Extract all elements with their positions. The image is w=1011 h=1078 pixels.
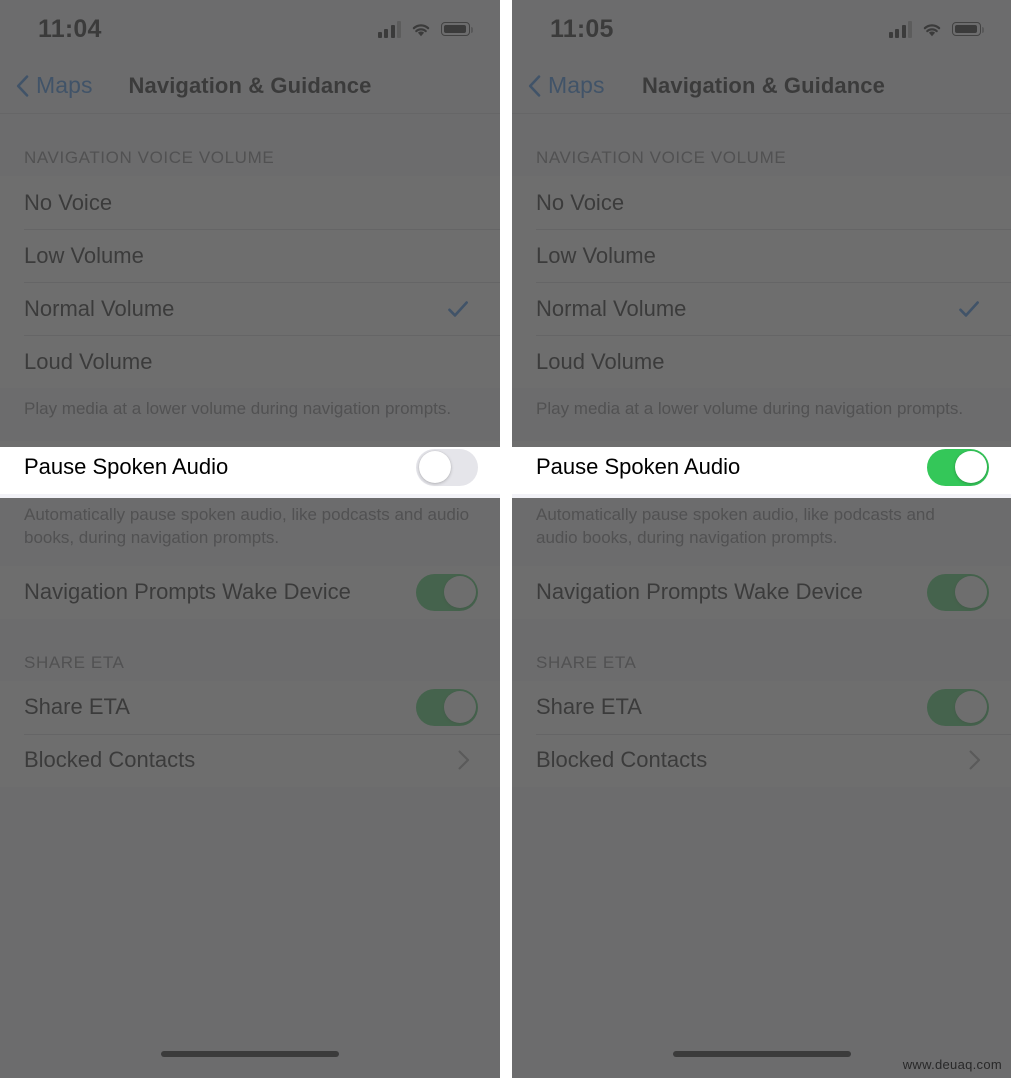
settings-screen: 11:05 Maps Navigation & Guidance NAVIGAT… <box>512 0 1011 1078</box>
row-label: Navigation Prompts Wake Device <box>24 579 351 605</box>
status-icons <box>377 20 474 38</box>
option-row-loud-volume[interactable]: Loud Volume <box>0 335 500 388</box>
share-eta-group: Share ETA Blocked Contacts <box>0 680 500 787</box>
wifi-icon <box>412 23 430 36</box>
option-label: No Voice <box>24 189 113 215</box>
navigation-bar: Maps Navigation & Guidance <box>0 58 500 114</box>
wake-device-group: Navigation Prompts Wake Device <box>0 565 500 619</box>
pause-spoken-audio-footnote: Automatically pause spoken audio, like p… <box>24 504 470 547</box>
section-header-voice-volume: NAVIGATION VOICE VOLUME <box>24 148 275 167</box>
chevron-right-icon <box>969 750 981 770</box>
phone-panel-after: 11:05 Maps Navigation & Guidance NAVIGAT… <box>512 0 1011 1078</box>
status-time: 11:04 <box>38 14 102 43</box>
option-label: Low Volume <box>24 242 144 268</box>
option-row-no-voice[interactable]: No Voice <box>0 176 500 229</box>
status-bar: 11:04 <box>0 0 500 58</box>
option-label: Normal Volume <box>24 295 175 321</box>
voice-volume-group: No Voice Low Volume Normal Volume Loud V… <box>0 176 500 388</box>
toggle-navigation-prompts-wake-device[interactable] <box>927 573 989 611</box>
pause-spoken-audio-footnote: Automatically pause spoken audio, like p… <box>536 504 935 547</box>
back-button-maps[interactable]: Maps <box>0 72 93 99</box>
row-label: Pause Spoken Audio <box>24 454 229 480</box>
option-label: Normal Volume <box>536 295 687 321</box>
watermark: www.deuaq.com <box>902 1057 1002 1072</box>
row-blocked-contacts[interactable]: Blocked Contacts <box>0 733 500 787</box>
section-header-share-eta: SHARE ETA <box>536 652 637 672</box>
row-pause-spoken-audio[interactable]: Pause Spoken Audio <box>0 440 500 494</box>
settings-list: NAVIGATION VOICE VOLUME No Voice Low Vol… <box>0 114 500 1078</box>
checkmark-icon <box>448 300 468 317</box>
chevron-left-icon <box>16 74 29 97</box>
phone-panel-before: 11:04 Maps Navigation & Guidance NAVIGAT… <box>0 0 500 1078</box>
option-row-normal-volume[interactable]: Normal Volume <box>0 282 500 335</box>
cellular-bars-icon <box>888 20 912 38</box>
panel-gutter <box>500 0 512 1078</box>
row-pause-spoken-audio[interactable]: Pause Spoken Audio <box>512 440 1011 494</box>
battery-icon <box>441 22 474 36</box>
back-button-maps[interactable]: Maps <box>512 72 605 99</box>
toggle-pause-spoken-audio[interactable] <box>416 448 478 486</box>
settings-list: NAVIGATION VOICE VOLUME No Voice Low Vol… <box>512 114 1011 1078</box>
option-label: Loud Volume <box>24 348 153 374</box>
option-row-no-voice[interactable]: No Voice <box>512 176 1011 229</box>
row-label: Share ETA <box>536 694 642 720</box>
home-indicator-area <box>0 1030 500 1078</box>
comparison-screenshot: 11:04 Maps Navigation & Guidance NAVIGAT… <box>0 0 1011 1078</box>
checkmark-icon <box>959 300 979 317</box>
navigation-bar: Maps Navigation & Guidance <box>512 58 1011 114</box>
option-label: Low Volume <box>536 242 656 268</box>
option-label: Loud Volume <box>536 348 665 374</box>
share-eta-group: Share ETA Blocked Contacts <box>512 680 1011 787</box>
pause-spoken-audio-group: Pause Spoken Audio <box>0 440 500 494</box>
toggle-share-eta[interactable] <box>416 688 478 726</box>
chevron-right-icon <box>458 750 470 770</box>
row-blocked-contacts[interactable]: Blocked Contacts <box>512 733 1011 787</box>
cellular-bars-icon <box>377 20 401 38</box>
back-button-label: Maps <box>548 72 605 98</box>
row-navigation-prompts-wake-device[interactable]: Navigation Prompts Wake Device <box>0 565 500 619</box>
voice-volume-footnote: Play media at a lower volume during navi… <box>24 399 452 418</box>
home-indicator[interactable] <box>672 1051 851 1057</box>
row-label: Navigation Prompts Wake Device <box>536 579 863 605</box>
home-indicator[interactable] <box>161 1051 339 1057</box>
row-share-eta[interactable]: Share ETA <box>512 680 1011 734</box>
status-bar: 11:05 <box>512 0 1011 58</box>
status-time: 11:05 <box>550 14 614 43</box>
row-label: Blocked Contacts <box>24 747 196 773</box>
section-header-voice-volume: NAVIGATION VOICE VOLUME <box>536 148 787 167</box>
toggle-share-eta[interactable] <box>927 688 989 726</box>
option-row-low-volume[interactable]: Low Volume <box>0 229 500 282</box>
chevron-left-icon <box>528 74 541 97</box>
row-label: Pause Spoken Audio <box>536 454 741 480</box>
row-navigation-prompts-wake-device[interactable]: Navigation Prompts Wake Device <box>512 565 1011 619</box>
status-icons <box>888 20 985 38</box>
toggle-pause-spoken-audio[interactable] <box>927 448 989 486</box>
back-button-label: Maps <box>36 72 93 98</box>
voice-volume-footnote: Play media at a lower volume during navi… <box>536 399 964 418</box>
toggle-navigation-prompts-wake-device[interactable] <box>416 573 478 611</box>
voice-volume-group: No Voice Low Volume Normal Volume Loud V… <box>512 176 1011 388</box>
row-label: Share ETA <box>24 694 130 720</box>
option-row-loud-volume[interactable]: Loud Volume <box>512 335 1011 388</box>
pause-spoken-audio-group: Pause Spoken Audio <box>512 440 1011 494</box>
settings-screen: 11:04 Maps Navigation & Guidance NAVIGAT… <box>0 0 500 1078</box>
option-row-low-volume[interactable]: Low Volume <box>512 229 1011 282</box>
wifi-icon <box>923 23 941 36</box>
row-share-eta[interactable]: Share ETA <box>0 680 500 734</box>
wake-device-group: Navigation Prompts Wake Device <box>512 565 1011 619</box>
option-label: No Voice <box>536 189 625 215</box>
section-header-share-eta: SHARE ETA <box>24 652 125 672</box>
battery-icon <box>952 22 985 36</box>
option-row-normal-volume[interactable]: Normal Volume <box>512 282 1011 335</box>
row-label: Blocked Contacts <box>536 747 708 773</box>
